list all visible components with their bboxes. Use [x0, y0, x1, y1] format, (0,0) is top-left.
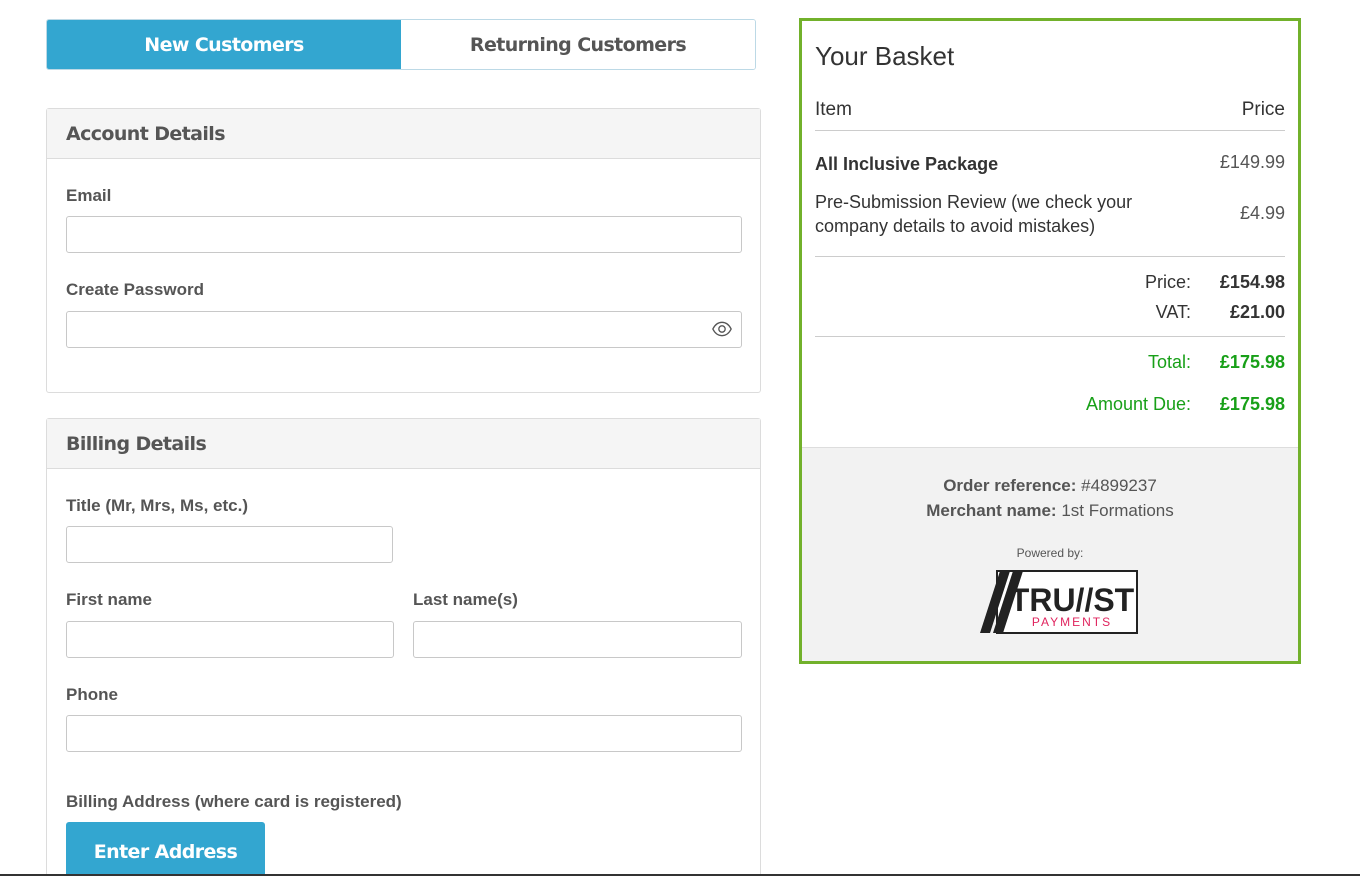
basket-footer: Order reference: #4899237 Merchant name:…	[802, 447, 1298, 661]
title-field[interactable]	[66, 526, 393, 563]
phone-field[interactable]	[66, 715, 742, 752]
divider	[815, 256, 1285, 257]
email-label: Email	[66, 186, 112, 205]
billing-address-label: Billing Address (where card is registere…	[66, 792, 402, 811]
merchant-name-label: Merchant name:	[926, 501, 1057, 520]
powered-by-label: Powered by:	[1016, 546, 1084, 560]
first-name-label: First name	[66, 590, 152, 609]
password-label: Create Password	[66, 280, 204, 299]
basket-panel: Your Basket Item Price All Inclusive Pac…	[799, 18, 1301, 664]
subtotal-label: Price:	[1144, 272, 1191, 292]
basket-item-name: All Inclusive Package	[815, 154, 999, 174]
merchant-name: Merchant name: 1st Formations	[802, 501, 1298, 521]
basket-item-name: Pre-Submission Review (we check your com…	[815, 192, 1133, 236]
vat-value: £21.00	[1229, 302, 1285, 322]
first-name-field[interactable]	[66, 621, 394, 658]
customer-tabs: New Customers Returning Customers	[46, 19, 756, 70]
basket-item: All Inclusive Package £149.99	[815, 152, 1285, 178]
email-field[interactable]	[66, 216, 742, 253]
account-details-heading: Account Details	[47, 109, 760, 159]
basket-item-price: £4.99	[1239, 203, 1285, 223]
amount-due-value: £175.98	[1219, 394, 1285, 414]
total-label: Total:	[1147, 352, 1191, 372]
vat-label: VAT:	[1155, 302, 1191, 322]
total-value: £175.98	[1219, 352, 1285, 372]
trust-payments-logo: TRU//ST PAYMENTS	[980, 570, 1138, 634]
basket-item: Pre-Submission Review (we check your com…	[815, 190, 1285, 240]
amount-due-label: Amount Due:	[1085, 394, 1191, 414]
basket-title: Your Basket	[815, 41, 955, 71]
enter-address-button[interactable]: Enter Address	[66, 822, 265, 876]
last-name-label: Last name(s)	[413, 590, 518, 609]
price-column-header: Price	[1241, 99, 1285, 120]
tab-returning-customers[interactable]: Returning Customers	[401, 20, 755, 69]
order-reference: Order reference: #4899237	[802, 476, 1298, 496]
subtotal-value: £154.98	[1219, 272, 1285, 292]
title-label: Title (Mr, Mrs, Ms, etc.)	[66, 496, 249, 515]
last-name-field[interactable]	[413, 621, 742, 658]
basket-item-price: £149.99	[1219, 152, 1285, 172]
phone-label: Phone	[66, 685, 118, 704]
merchant-name-value: 1st Formations	[1061, 501, 1174, 520]
eye-icon[interactable]	[712, 319, 732, 339]
divider	[815, 336, 1285, 337]
basket-header: Item Price	[815, 99, 1285, 131]
svg-text:TRU//ST: TRU//ST	[1010, 582, 1135, 618]
password-field[interactable]	[66, 311, 742, 348]
order-reference-value: #4899237	[1081, 476, 1157, 495]
svg-text:PAYMENTS: PAYMENTS	[1032, 615, 1112, 629]
tab-new-customers[interactable]: New Customers	[47, 20, 401, 69]
billing-details-heading: Billing Details	[47, 419, 760, 469]
item-column-header: Item	[815, 99, 852, 120]
order-reference-label: Order reference:	[943, 476, 1077, 495]
